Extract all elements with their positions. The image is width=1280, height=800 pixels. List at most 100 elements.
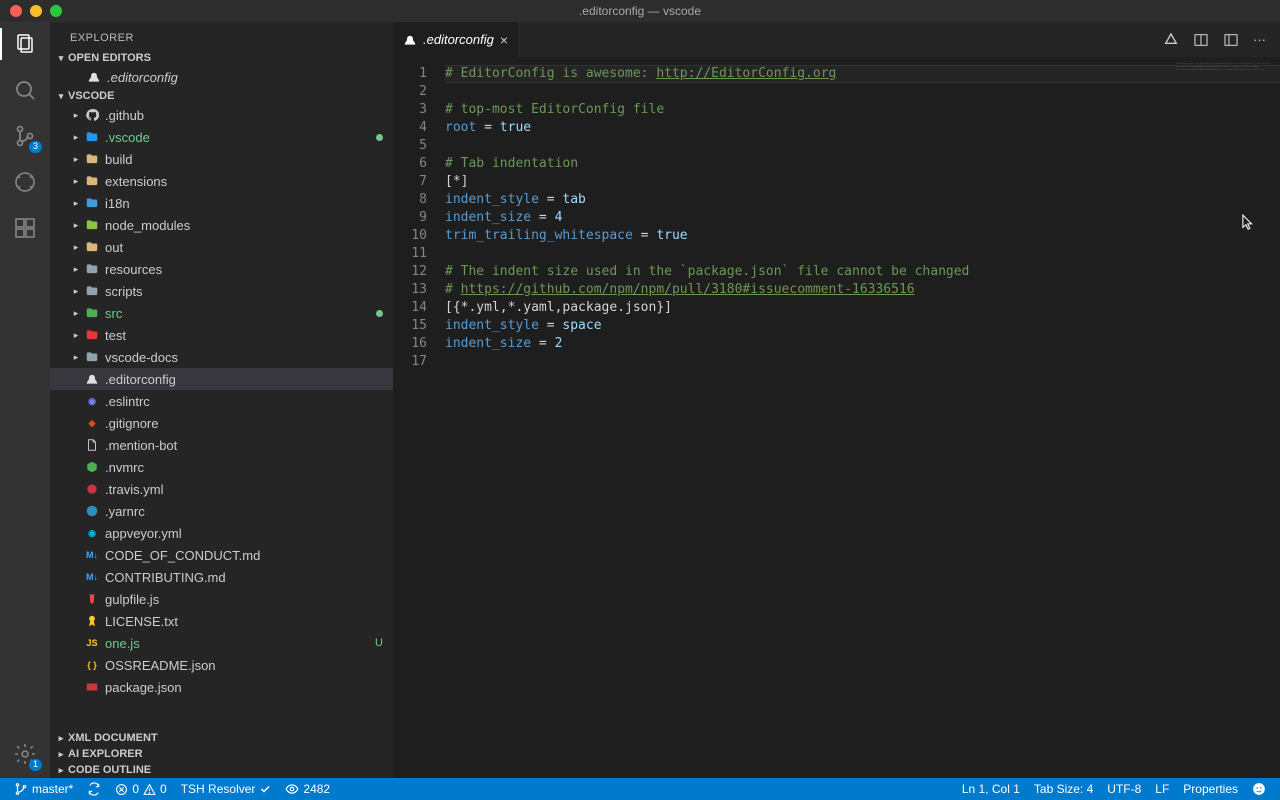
code-line[interactable]: # EditorConfig is awesome: http://Editor… bbox=[445, 65, 1280, 83]
settings-icon[interactable]: 1 bbox=[11, 740, 39, 768]
chevron-down-icon: ▾ bbox=[54, 91, 68, 102]
scm-icon[interactable]: 3 bbox=[11, 122, 39, 150]
file-item[interactable]: ◆.gitignore bbox=[50, 412, 393, 434]
file-item[interactable]: M↓CONTRIBUTING.md bbox=[50, 566, 393, 588]
open-editor-label: .editorconfig bbox=[107, 70, 383, 85]
folder-item[interactable]: ▸.github bbox=[50, 104, 393, 126]
branch-item[interactable]: master* bbox=[10, 782, 77, 796]
code-line[interactable]: indent_size = 4 bbox=[445, 209, 1280, 227]
license-icon bbox=[84, 613, 100, 629]
section-ai[interactable]: ▸ AI EXPLORER bbox=[50, 746, 393, 762]
folder-item[interactable]: ▸i18n bbox=[50, 192, 393, 214]
open-editors-list: .editorconfig bbox=[50, 66, 393, 88]
file-item[interactable]: package.json bbox=[50, 676, 393, 698]
folder-item[interactable]: ▸.vscode bbox=[50, 126, 393, 148]
code-line[interactable]: [*] bbox=[445, 173, 1280, 191]
code-line[interactable] bbox=[445, 137, 1280, 155]
tree-item-label: src bbox=[105, 306, 372, 321]
split-icon[interactable] bbox=[1193, 32, 1209, 48]
file-item[interactable]: gulpfile.js bbox=[50, 588, 393, 610]
tree-item-label: .nvmrc bbox=[105, 460, 383, 475]
format-icon[interactable] bbox=[1163, 32, 1179, 48]
problems-item[interactable]: 0 0 bbox=[111, 782, 170, 796]
folder-item[interactable]: ▸ build bbox=[50, 148, 393, 170]
chevron-right-icon: ▸ bbox=[70, 154, 82, 165]
file-item[interactable]: M↓CODE_OF_CONDUCT.md bbox=[50, 544, 393, 566]
code-editor[interactable]: 1234567891011121314151617 # EditorConfig… bbox=[393, 57, 1280, 778]
section-open-editors[interactable]: ▾ OPEN EDITORS bbox=[50, 50, 393, 66]
folder-item[interactable]: ▸resources bbox=[50, 258, 393, 280]
travis-icon bbox=[84, 481, 100, 497]
eol-item[interactable]: LF bbox=[1151, 782, 1173, 796]
code-line[interactable]: [{*.yml,*.yaml,package.json}] bbox=[445, 299, 1280, 317]
tree-item-label: LICENSE.txt bbox=[105, 614, 383, 629]
file-item[interactable]: LICENSE.txt bbox=[50, 610, 393, 632]
tree-item-label: OSSREADME.json bbox=[105, 658, 383, 673]
file-item[interactable]: .editorconfig bbox=[50, 368, 393, 390]
search-icon[interactable] bbox=[11, 76, 39, 104]
tabsize-item[interactable]: Tab Size: 4 bbox=[1030, 782, 1097, 796]
editor-area: .editorconfig × ··· 12345678910111213141… bbox=[393, 22, 1280, 778]
file-item[interactable]: JSone.jsU bbox=[50, 632, 393, 654]
sync-item[interactable] bbox=[83, 782, 105, 796]
npm-icon bbox=[84, 679, 100, 695]
section-outline[interactable]: ▸ CODE OUTLINE bbox=[50, 762, 393, 778]
section-label: VSCODE bbox=[68, 90, 114, 102]
code-line[interactable]: root = true bbox=[445, 119, 1280, 137]
file-item[interactable]: ◉.eslintrc bbox=[50, 390, 393, 412]
folder-item[interactable]: ▸vscode-docs bbox=[50, 346, 393, 368]
section-workspace[interactable]: ▾ VSCODE bbox=[50, 88, 393, 104]
chevron-right-icon: ▸ bbox=[70, 264, 82, 275]
section-xml[interactable]: ▸ XML DOCUMENT bbox=[50, 730, 393, 746]
folder-item[interactable]: ▸scripts bbox=[50, 280, 393, 302]
code-line[interactable]: # The indent size used in the `package.j… bbox=[445, 263, 1280, 281]
code-line[interactable]: indent_style = space bbox=[445, 317, 1280, 335]
code-line[interactable]: trim_trailing_whitespace = true bbox=[445, 227, 1280, 245]
feedback-icon[interactable] bbox=[1248, 782, 1270, 796]
code-line[interactable]: # Tab indentation bbox=[445, 155, 1280, 173]
file-item[interactable]: .travis.yml bbox=[50, 478, 393, 500]
tree-item-label: scripts bbox=[105, 284, 383, 299]
file-item[interactable]: .mention-bot bbox=[50, 434, 393, 456]
code-line[interactable]: # top-most EditorConfig file bbox=[445, 101, 1280, 119]
counter-item[interactable]: 2482 bbox=[281, 782, 334, 796]
open-editor-item[interactable]: .editorconfig bbox=[50, 66, 393, 88]
encoding-item[interactable]: UTF-8 bbox=[1103, 782, 1145, 796]
code-line[interactable] bbox=[445, 83, 1280, 101]
lncol-item[interactable]: Ln 1, Col 1 bbox=[958, 782, 1024, 796]
tab-editorconfig[interactable]: .editorconfig × bbox=[393, 22, 518, 57]
file-item[interactable]: .nvmrc bbox=[50, 456, 393, 478]
tree-item-label: build bbox=[105, 152, 383, 167]
language-item[interactable]: Properties bbox=[1179, 782, 1242, 796]
code-line[interactable] bbox=[445, 353, 1280, 371]
folder-item[interactable]: ▸src bbox=[50, 302, 393, 324]
resolver-item[interactable]: TSH Resolver bbox=[177, 782, 276, 796]
layout-icon[interactable] bbox=[1223, 32, 1239, 48]
folder-item[interactable]: ▸test bbox=[50, 324, 393, 346]
debug-icon[interactable] bbox=[11, 168, 39, 196]
gulp-icon bbox=[84, 591, 100, 607]
code-content[interactable]: # EditorConfig is awesome: http://Editor… bbox=[445, 57, 1280, 778]
file-item[interactable]: { }OSSREADME.json bbox=[50, 654, 393, 676]
explorer-icon[interactable] bbox=[11, 30, 39, 58]
close-icon[interactable]: × bbox=[500, 32, 508, 48]
file-item[interactable]: ◉appveyor.yml bbox=[50, 522, 393, 544]
folder-item[interactable]: ▸out bbox=[50, 236, 393, 258]
folder-item[interactable]: ▸node_modules bbox=[50, 214, 393, 236]
file-item[interactable]: .yarnrc bbox=[50, 500, 393, 522]
code-line[interactable]: indent_style = tab bbox=[445, 191, 1280, 209]
chevron-right-icon: ▸ bbox=[70, 352, 82, 363]
code-line[interactable]: # https://github.com/npm/npm/pull/3180#i… bbox=[445, 281, 1280, 299]
extensions-icon[interactable] bbox=[11, 214, 39, 242]
i18n-icon bbox=[84, 195, 100, 211]
tree-item-label: .github bbox=[105, 108, 383, 123]
code-line[interactable] bbox=[445, 245, 1280, 263]
eslint-icon: ◉ bbox=[84, 393, 100, 409]
code-line[interactable]: indent_size = 2 bbox=[445, 335, 1280, 353]
chevron-right-icon: ▸ bbox=[54, 765, 68, 776]
git-icon: ◆ bbox=[84, 415, 100, 431]
more-icon[interactable]: ··· bbox=[1253, 32, 1266, 47]
src-icon bbox=[84, 305, 100, 321]
folder-item[interactable]: ▸extensions bbox=[50, 170, 393, 192]
editorconfig-icon bbox=[86, 69, 102, 85]
